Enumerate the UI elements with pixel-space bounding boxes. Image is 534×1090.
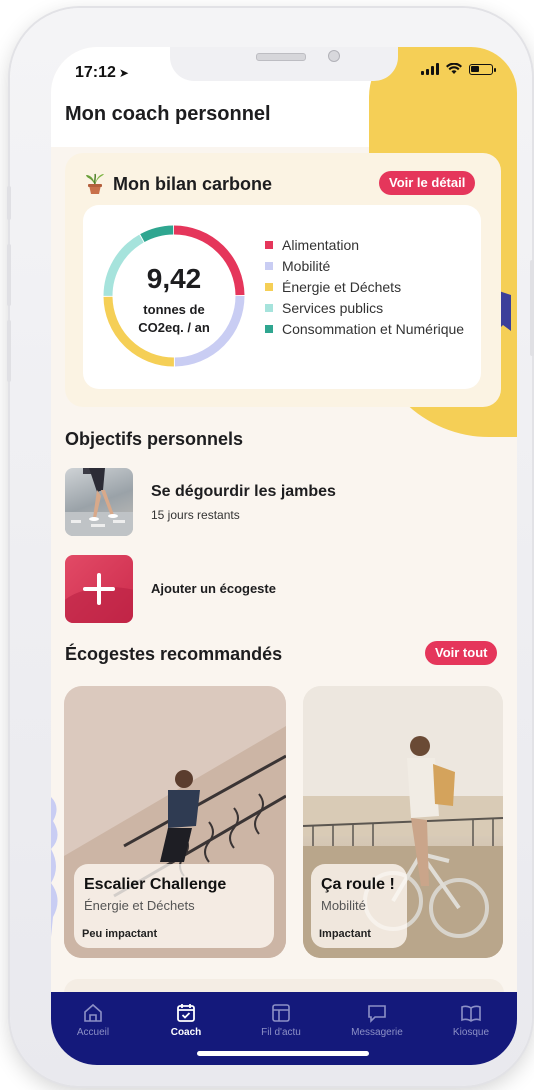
tab-coach[interactable]: Coach <box>146 1002 226 1038</box>
goal-title: Se dégourdir les jambes <box>151 483 336 500</box>
reco-title: Ça roule ! <box>321 876 395 893</box>
recommended-title: Écogestes recommandés <box>65 644 283 664</box>
legend-item: Énergie et Déchets <box>265 279 465 296</box>
bottom-tab-bar: Accueil Coach Fil d'actu Messagerie Kios… <box>51 992 517 1065</box>
see-all-button[interactable]: Voir tout <box>425 641 498 665</box>
carbon-summary: 9,42 tonnes de CO2eq. / an Alimentation … <box>83 205 481 389</box>
page-title: Mon coach personnel <box>65 103 271 125</box>
legend-label: Énergie et Déchets <box>282 279 402 295</box>
add-ecogeste-row[interactable]: Ajouter un écogeste <box>65 555 495 625</box>
carbon-title-text: Mon bilan carbone <box>113 173 273 194</box>
volume-up-button <box>7 244 11 306</box>
plus-icon-vertical <box>97 573 101 605</box>
app-screen: 17:12 ➤ Mon coach personnel Mon bilan ca… <box>51 47 517 1065</box>
tab-messagerie[interactable]: Messagerie <box>337 1002 417 1038</box>
signal-icon <box>421 63 439 75</box>
goal-item[interactable]: Se dégourdir les jambes 15 jours restant… <box>65 468 495 538</box>
status-time-text: 17:12 <box>75 64 116 81</box>
tab-label: Kiosque <box>452 1027 490 1038</box>
carbon-unit-line1: tonnes de <box>143 302 205 317</box>
location-arrow-icon: ➤ <box>118 66 129 80</box>
goal-remaining: 15 jours restants <box>151 508 240 522</box>
carbon-legend: Alimentation Mobilité Énergie et Déchets… <box>265 237 465 342</box>
carbon-card-title: Mon bilan carbone <box>85 173 272 195</box>
reco-card-stairs[interactable]: Escalier Challenge Énergie et Déchets Pe… <box>64 686 286 958</box>
battery-icon <box>469 63 496 75</box>
tab-label: Coach <box>170 1027 202 1038</box>
plant-icon <box>86 173 104 194</box>
legend-item: Consommation et Numérique <box>265 321 465 338</box>
carbon-total-value: 9,42 <box>146 263 202 294</box>
volume-down-button <box>7 320 11 382</box>
add-ecogeste-button[interactable] <box>65 555 133 623</box>
tab-accueil[interactable]: Accueil <box>53 1002 133 1038</box>
power-button <box>530 260 534 356</box>
legend-label: Mobilité <box>282 258 331 274</box>
legend-swatch <box>265 241 273 249</box>
book-icon <box>461 1005 481 1022</box>
reco-impact: Peu impactant <box>82 928 158 940</box>
legend-label: Consommation et Numérique <box>282 321 465 337</box>
carbon-donut-chart <box>103 225 245 367</box>
phone-frame: 17:12 ➤ Mon coach personnel Mon bilan ca… <box>7 8 534 1086</box>
carbon-card: Mon bilan carbone Voir le détail 9,42 to… <box>65 153 501 407</box>
status-icons <box>421 63 496 75</box>
legend-swatch <box>265 283 273 291</box>
status-bar: 17:12 ➤ <box>51 47 517 91</box>
legend-swatch <box>265 304 273 312</box>
wifi-icon <box>446 63 462 74</box>
reco-card-bike[interactable]: Ça roule ! Mobilité Impactant <box>303 686 503 958</box>
reco-caption: Ça roule ! Mobilité Impactant <box>311 864 407 948</box>
layout-icon <box>272 1004 290 1022</box>
silent-switch <box>7 186 11 220</box>
tab-label: Fil d'actu <box>261 1027 301 1038</box>
objectives-title: Objectifs personnels <box>65 429 244 449</box>
tab-kiosque[interactable]: Kiosque <box>431 1002 511 1038</box>
walking-person-icon <box>65 468 133 536</box>
reco-caption: Escalier Challenge Énergie et Déchets Pe… <box>74 864 274 948</box>
reco-category: Mobilité <box>321 898 366 913</box>
status-time: 17:12 ➤ <box>75 64 129 82</box>
legend-label: Alimentation <box>282 237 360 253</box>
reco-impact: Impactant <box>319 928 371 940</box>
home-icon <box>84 1003 102 1022</box>
chat-icon <box>368 1005 386 1023</box>
carbon-total-unit: tonnes de CO2eq. / an <box>99 301 249 337</box>
legend-item: Alimentation <box>265 237 465 254</box>
reco-category: Énergie et Déchets <box>84 898 195 913</box>
reco-title: Escalier Challenge <box>84 876 227 893</box>
carbon-unit-line2: CO2eq. / an <box>138 320 210 335</box>
calendar-check-icon <box>177 1004 195 1022</box>
legend-swatch <box>265 262 273 270</box>
legend-label: Services publics <box>282 300 384 316</box>
goal-thumbnail <box>65 468 133 536</box>
tab-fil-actu[interactable]: Fil d'actu <box>241 1002 321 1038</box>
tab-label: Accueil <box>76 1027 110 1038</box>
home-indicator <box>197 1051 369 1056</box>
see-detail-button[interactable]: Voir le détail <box>379 171 476 195</box>
legend-swatch <box>265 325 273 333</box>
legend-item: Services publics <box>265 300 465 317</box>
legend-item: Mobilité <box>265 258 465 275</box>
add-ecogeste-label: Ajouter un écogeste <box>151 581 276 596</box>
tab-label: Messagerie <box>351 1027 403 1038</box>
